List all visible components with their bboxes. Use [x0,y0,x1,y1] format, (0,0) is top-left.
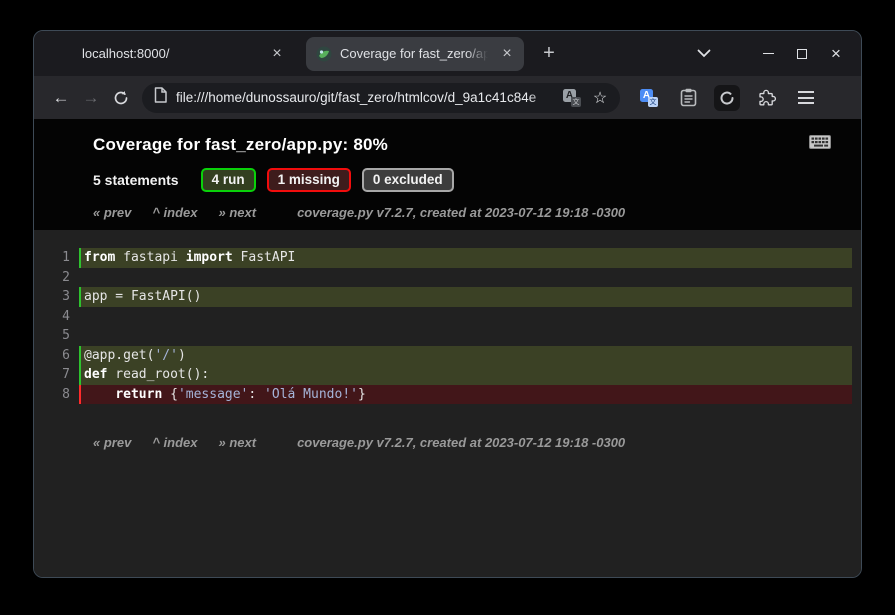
window-close-button[interactable]: × [823,41,849,67]
coverage-nav-bottom: « prev ^ index » next coverage.py v7.2.7… [93,435,852,450]
line-number[interactable]: 4 [34,307,79,327]
run-filter-button[interactable]: 4 run [201,168,256,192]
code-line: 2 [34,268,852,288]
prev-link[interactable]: « prev [93,435,131,450]
stats-row: 5 statements 4 run 1 missing 0 excluded [93,168,833,192]
reload-icon[interactable] [106,83,136,113]
maximize-button[interactable] [789,41,815,67]
source-area: 1from fastapi import FastAPI2 3app = Fas… [34,230,861,577]
tab-strip: localhost:8000/ × Coverage for fast_zero… [34,31,861,76]
coverage-report-page: Coverage for fast_zero/app.py: 80% 5 sta… [34,119,861,577]
new-tab-button[interactable]: + [534,39,564,69]
extension-icons: A文 [636,85,779,111]
back-icon[interactable]: ← [46,83,76,113]
clipboard-extension-icon[interactable] [675,85,701,111]
line-number[interactable]: 1 [34,248,79,268]
code-text [79,268,852,288]
line-number[interactable]: 8 [34,385,79,405]
forward-icon[interactable]: → [76,83,106,113]
next-link[interactable]: » next [218,205,256,220]
line-number[interactable]: 3 [34,287,79,307]
bookmark-star-icon[interactable]: ☆ [588,86,612,110]
browser-toolbar: ← → file:///home/dunossauro/git/fast_zer… [34,76,861,119]
line-number[interactable]: 6 [34,346,79,366]
coverage-favicon-icon [316,46,332,62]
code-text [79,326,852,346]
code-text: return {'message': 'Olá Mundo!'} [79,385,852,405]
code-text [79,307,852,327]
tab-title: localhost:8000/ [82,46,169,61]
report-header: Coverage for fast_zero/app.py: 80% 5 sta… [34,119,861,230]
browser-window: localhost:8000/ × Coverage for fast_zero… [33,30,862,578]
code-line: 3app = FastAPI() [34,287,852,307]
line-number[interactable]: 7 [34,365,79,385]
window-controls: × [755,41,849,67]
code-line: 1from fastapi import FastAPI [34,248,852,268]
missing-filter-button[interactable]: 1 missing [267,168,351,192]
coverage-version-text: coverage.py v7.2.7, created at 2023-07-1… [297,205,625,220]
minimize-button[interactable] [755,41,781,67]
statements-count: 5 statements [93,172,179,188]
index-link[interactable]: ^ index [152,435,197,450]
tab-close-icon[interactable]: × [498,45,516,63]
code-text: @app.get('/') [79,346,852,366]
coverage-version-text: coverage.py v7.2.7, created at 2023-07-1… [297,435,625,450]
next-link[interactable]: » next [218,435,256,450]
excluded-filter-button[interactable]: 0 excluded [362,168,454,192]
loop-extension-icon[interactable] [714,85,740,111]
tab-title: Coverage for fast_zero/ap [340,46,488,61]
url-text: file:///home/dunossauro/git/fast_zero/ht… [176,90,536,105]
line-number[interactable]: 2 [34,268,79,288]
code-line: 5 [34,326,852,346]
tab-close-icon[interactable]: × [268,45,286,63]
index-link[interactable]: ^ index [152,205,197,220]
code-text: from fastapi import FastAPI [79,248,852,268]
translate-extension-icon[interactable]: A文 [636,85,662,111]
browser-menu-icon[interactable] [793,91,819,104]
code-line: 8 return {'message': 'Olá Mundo!'} [34,385,852,405]
tab-coverage[interactable]: Coverage for fast_zero/ap × [306,37,524,71]
code-line: 4 [34,307,852,327]
page-title: Coverage for fast_zero/app.py: 80% [93,135,833,155]
tab-localhost[interactable]: localhost:8000/ × [34,31,300,76]
file-icon [154,87,167,108]
code-text: app = FastAPI() [79,287,852,307]
address-bar[interactable]: file:///home/dunossauro/git/fast_zero/ht… [142,83,620,113]
code-line: 7def read_root(): [34,365,852,385]
tab-search-chevron-icon[interactable] [689,39,719,69]
coverage-nav-top: « prev ^ index » next coverage.py v7.2.7… [93,205,833,220]
code-text: def read_root(): [79,365,852,385]
prev-link[interactable]: « prev [93,205,131,220]
translate-page-icon[interactable]: A文 [560,86,584,110]
extensions-puzzle-icon[interactable] [753,85,779,111]
line-number[interactable]: 5 [34,326,79,346]
code-line: 6@app.get('/') [34,346,852,366]
code-block: 1from fastapi import FastAPI2 3app = Fas… [34,248,852,404]
keyboard-shortcuts-icon[interactable] [809,135,831,154]
